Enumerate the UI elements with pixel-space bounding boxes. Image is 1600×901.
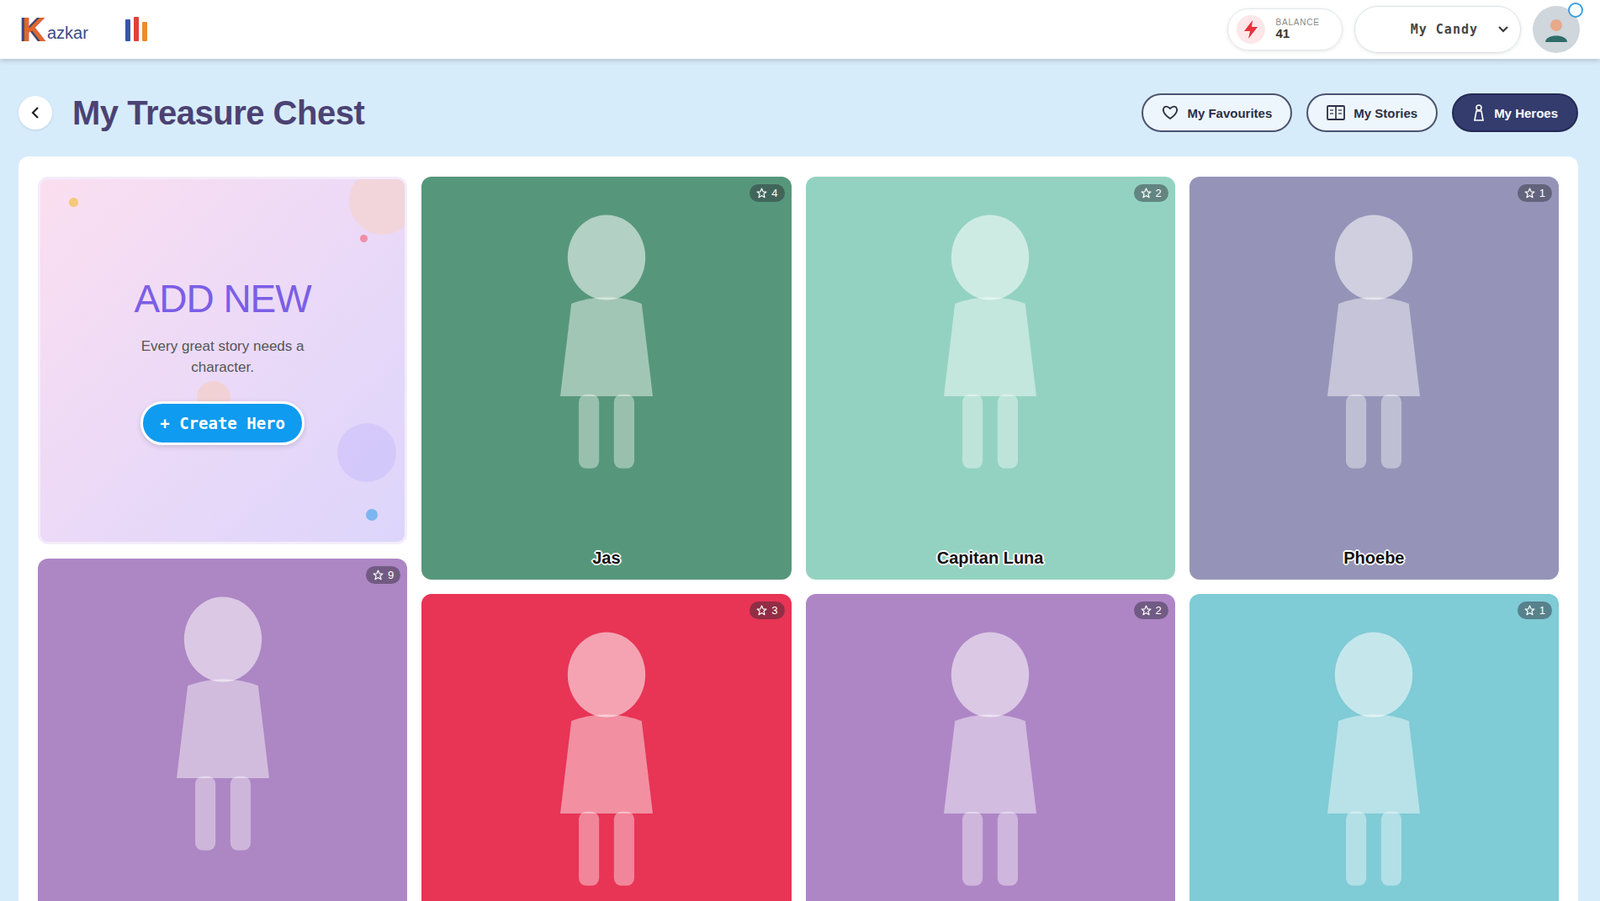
- balance[interactable]: BALANCE41: [1227, 8, 1342, 51]
- balance-text: BALANCE41: [1275, 18, 1320, 41]
- chevron-left-icon: [31, 106, 40, 119]
- rating-count: 4: [771, 186, 778, 200]
- star-icon: [372, 569, 384, 581]
- character-illustration: [1281, 201, 1467, 480]
- balance-value: 41: [1275, 26, 1320, 41]
- decoration-dot: [365, 508, 378, 521]
- card-column: ADD NEW Every great story needs a charact…: [37, 176, 408, 901]
- logo[interactable]: Kazkar: [21, 12, 89, 47]
- brand: Kazkar: [21, 12, 149, 47]
- rating-badge: 4: [749, 184, 785, 202]
- star-icon: [756, 604, 768, 616]
- logo-initial: K: [21, 12, 47, 47]
- decoration-circle: [349, 176, 408, 235]
- hero-card[interactable]: 2 Capitan Luna: [805, 176, 1176, 580]
- chevron-down-icon: [1498, 26, 1509, 33]
- hero-card[interactable]: 9: [37, 558, 408, 901]
- rating-count: 2: [1155, 186, 1162, 200]
- profile-select[interactable]: My Candy: [1354, 5, 1521, 53]
- title-left: My Treasure Chest: [18, 94, 365, 133]
- hero-card[interactable]: 1: [1189, 593, 1559, 901]
- hero-name: Capitan Luna: [937, 548, 1044, 568]
- rating-count: 1: [1539, 603, 1546, 617]
- heart-icon: [1161, 105, 1179, 121]
- balance-label: BALANCE: [1275, 18, 1320, 28]
- rating-badge: 1: [1517, 601, 1553, 620]
- user-avatar-icon: [1541, 15, 1571, 44]
- decoration-circle: [337, 423, 397, 483]
- nav-button[interactable]: My Stories: [1306, 93, 1438, 133]
- top-right: BALANCE41 My Candy: [1227, 5, 1580, 53]
- nav-buttons: My Favourites My Stories My Heroes: [1141, 93, 1579, 133]
- page-title: My Treasure Chest: [72, 94, 365, 133]
- lightning-icon: [1243, 20, 1259, 39]
- create-hero-button[interactable]: + Create Hero: [140, 401, 305, 446]
- card-column: 2 Capitan Luna 2: [805, 176, 1176, 901]
- heroes-panel: ADD NEW Every great story needs a charact…: [18, 156, 1579, 901]
- profile-label: My Candy: [1410, 21, 1479, 38]
- avatar-badge: [1568, 2, 1584, 18]
- add-new-card: ADD NEW Every great story needs a charact…: [37, 176, 408, 545]
- rating-count: 1: [1539, 186, 1546, 200]
- decoration-dot: [68, 197, 79, 207]
- rating-badge: 3: [749, 601, 785, 620]
- title-row: My Treasure Chest My Favourites My Stories…: [0, 58, 1600, 138]
- top-bar: Kazkar BALANCE41 My Candy: [0, 0, 1600, 59]
- logo-text: azkar: [47, 23, 89, 47]
- nav-button[interactable]: My Favourites: [1141, 93, 1293, 133]
- hero-name: Phoebe: [1343, 548, 1404, 568]
- hero-card[interactable]: 3: [421, 593, 791, 901]
- nav-button-label: My Heroes: [1494, 105, 1558, 121]
- hero-card[interactable]: 2: [805, 593, 1176, 901]
- card-column: 1 Phoebe 1: [1189, 176, 1559, 901]
- balance-badge: [1236, 15, 1266, 44]
- back-button[interactable]: [18, 95, 53, 130]
- rating-count: 2: [1155, 603, 1162, 617]
- decoration-dot: [360, 234, 368, 243]
- avatar[interactable]: [1532, 5, 1580, 53]
- rating-count: 3: [771, 603, 778, 617]
- hero-name: Jas: [592, 548, 620, 568]
- bars-icon[interactable]: [125, 16, 149, 43]
- hero-card[interactable]: 4 Jas: [421, 176, 791, 580]
- book-icon: [1326, 105, 1346, 121]
- star-icon: [756, 187, 768, 199]
- star-icon: [1524, 187, 1536, 199]
- rating-count: 9: [387, 568, 394, 582]
- nav-button-label: My Stories: [1353, 105, 1418, 121]
- add-new-title: ADD NEW: [134, 275, 312, 322]
- add-new-text: Every great story needs a character.: [121, 336, 324, 378]
- rating-badge: 2: [1133, 184, 1169, 202]
- character-illustration: [1281, 619, 1467, 897]
- hero-card[interactable]: 1 Phoebe: [1189, 176, 1559, 580]
- character-illustration: [130, 583, 316, 862]
- nav-button[interactable]: My Heroes: [1451, 93, 1579, 133]
- hero-icon: [1472, 104, 1486, 122]
- character-illustration: [897, 201, 1083, 480]
- rating-badge: 1: [1517, 184, 1553, 202]
- app: KazkarBALANCE41My CandyMy Treasure Chest…: [0, 0, 1600, 901]
- rating-badge: 2: [1133, 601, 1169, 620]
- card-column: 4 Jas 3: [421, 176, 791, 901]
- character-illustration: [897, 619, 1083, 897]
- rating-badge: 9: [365, 566, 401, 584]
- star-icon: [1524, 604, 1536, 616]
- star-icon: [1140, 187, 1152, 199]
- character-illustration: [513, 619, 700, 897]
- star-icon: [1140, 604, 1152, 616]
- character-illustration: [513, 201, 700, 480]
- nav-button-label: My Favourites: [1186, 105, 1272, 121]
